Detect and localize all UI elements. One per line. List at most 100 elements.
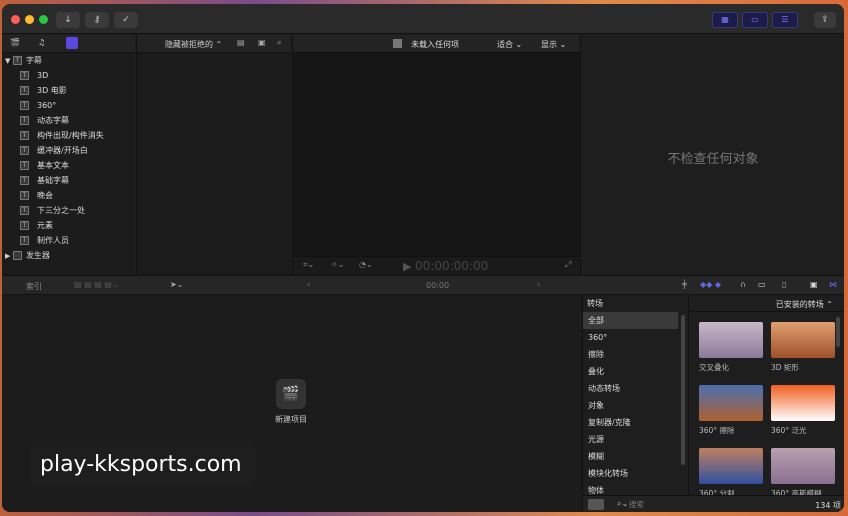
download-icon: ↓	[64, 15, 72, 25]
display-dropdown[interactable]: 显示 ⌄	[541, 39, 566, 50]
clip-appearance-icon[interactable]: ▤	[237, 38, 245, 47]
title-icon: T	[20, 161, 29, 170]
back-icon[interactable]: ‹	[307, 280, 310, 289]
libraries-icon[interactable]: 🎬	[10, 38, 20, 47]
category-item[interactable]: 光源	[583, 431, 688, 448]
fullscreen-icon[interactable]: ⤢	[565, 260, 571, 270]
search-icon[interactable]: ⌕	[277, 38, 281, 48]
transition-thumbnail[interactable]	[699, 322, 763, 358]
installed-label: 已安装的转场	[775, 300, 824, 309]
speed-icon[interactable]: ◔⌄	[359, 260, 373, 269]
transition-thumbnail[interactable]	[771, 448, 835, 484]
library-item-label: 制作人员	[37, 236, 69, 245]
background-tasks-button[interactable]: ✓	[114, 12, 138, 28]
title-icon: T	[20, 71, 29, 80]
library-item[interactable]: T 基础字幕	[2, 173, 135, 188]
clip-appearance-icon[interactable]: ▯	[782, 280, 786, 289]
headphones-icon[interactable]: ∩	[740, 280, 746, 289]
group-label: 发生器	[25, 251, 50, 260]
library-item[interactable]: T 3D 电影	[2, 83, 135, 98]
title-icon: T	[20, 116, 29, 125]
library-item[interactable]: T 动态字幕	[2, 113, 135, 128]
library-item[interactable]: T 基本文本	[2, 158, 135, 173]
transform-icon[interactable]: ⌗⌄	[303, 260, 314, 270]
library-item[interactable]: T 元素	[2, 218, 135, 233]
transition-categories: 转场 全部 360° 擦除 叠化 动态转场 对象 复制器/克隆 光源 模糊 模块化转场 物体	[583, 295, 689, 495]
show-browser-button[interactable]: ▦	[712, 12, 738, 28]
library-item-label: 元素	[37, 221, 53, 230]
app-window: ↓ ⚷ ✓ ▦ ▭ ☰ ⇪ 🎬 ♫ ▼ T 字幕 T 3D T 3D 电影 T 360° T 动…	[2, 4, 844, 512]
inspector-empty-message: 不检查任何对象	[667, 152, 759, 167]
enhance-icon[interactable]: ✧⌄	[331, 260, 344, 269]
share-button[interactable]: ⇪	[814, 12, 836, 28]
installed-dropdown[interactable]: 已安装的转场 ⌃	[776, 299, 833, 310]
transition-label: 360° 擦除	[699, 426, 735, 435]
transitions-header: 已安装的转场 ⌃	[689, 295, 844, 312]
photos-audio-icon[interactable]: ♫	[38, 38, 45, 47]
play-button[interactable]: ▶	[403, 260, 411, 273]
library-item[interactable]: T 制作人员	[2, 233, 135, 248]
zoom-button[interactable]	[39, 15, 48, 24]
category-item[interactable]: 全部	[583, 312, 678, 329]
category-item[interactable]: 360°	[583, 329, 688, 346]
library-item-label: 3D 电影	[37, 86, 67, 95]
category-item[interactable]: 复制器/克隆	[583, 414, 688, 431]
audio-skimming-icon[interactable]: ◆◆ ◆	[700, 280, 721, 289]
library-item[interactable]: T 缓冲器/开场白	[2, 143, 135, 158]
transitions-browser-icon[interactable]: ▣	[810, 280, 818, 289]
transition-label: 3D 矩形	[771, 363, 799, 372]
title-icon: T	[12, 56, 22, 65]
category-label: 模糊	[588, 452, 604, 461]
library-item[interactable]: T 下三分之一处	[2, 203, 135, 218]
viewer-toolbar: 未载入任何项 适合 ⌄ 显示 ⌄	[293, 35, 580, 53]
keywords-button[interactable]: ⚷	[85, 12, 109, 28]
library-item-label: 晚会	[37, 191, 53, 200]
category-item[interactable]: 擦除	[583, 346, 688, 363]
category-item[interactable]: 模块化转场	[583, 465, 688, 482]
category-item[interactable]: 模糊	[583, 448, 688, 465]
close-button[interactable]	[11, 15, 20, 24]
search-icon: ⌕⌄	[617, 499, 629, 508]
fit-dropdown[interactable]: 适合 ⌄	[497, 39, 522, 50]
transitions-search-input[interactable]	[629, 498, 729, 511]
show-timeline-button[interactable]: ▭	[742, 12, 768, 28]
category-label: 360°	[588, 333, 608, 342]
check-icon: ✓	[122, 15, 130, 25]
generators-group[interactable]: ▶ 发生器	[2, 248, 135, 263]
edit-buttons[interactable]: ▤ ▤ ▤ ▤⌄	[74, 280, 119, 289]
library-item[interactable]: T 构件出现/构件消失	[2, 128, 135, 143]
title-bar: ↓ ⚷ ✓ ▦ ▭ ☰ ⇪	[2, 4, 844, 34]
viewer-icon	[393, 39, 402, 48]
library-item[interactable]: T 晚会	[2, 188, 135, 203]
effects-browser-icon[interactable]: ▭	[758, 280, 766, 289]
sidebar-toggle-button[interactable]	[588, 499, 604, 510]
transition-thumbnail[interactable]	[699, 448, 763, 484]
index-button[interactable]: 索引	[26, 281, 42, 292]
category-item[interactable]: 动态转场	[583, 380, 688, 397]
category-item[interactable]: 对象	[583, 397, 688, 414]
library-item[interactable]: T 3D	[2, 68, 135, 83]
categories-scrollbar[interactable]	[681, 315, 685, 465]
thumbnails-scrollbar[interactable]	[836, 317, 840, 347]
category-item[interactable]: 叠化	[583, 363, 688, 380]
titles-generators-icon[interactable]	[66, 37, 78, 49]
forward-icon[interactable]: ›	[537, 280, 540, 289]
fit-label: 适合	[497, 40, 513, 49]
category-label: 全部	[588, 316, 604, 325]
titles-group[interactable]: ▼ T 字幕	[2, 53, 135, 68]
import-button[interactable]: ↓	[56, 12, 80, 28]
title-icon: T	[20, 221, 29, 230]
select-tool-icon[interactable]: ➤⌄	[170, 280, 183, 289]
show-inspector-button[interactable]: ☰	[772, 12, 798, 28]
filter-dropdown[interactable]: 隐藏被拒绝的 ⌃	[165, 39, 222, 50]
filmstrip-icon[interactable]: ▣	[258, 38, 266, 47]
title-icon: T	[20, 236, 29, 245]
transition-thumbnail[interactable]	[699, 385, 763, 421]
minimize-button[interactable]	[25, 15, 34, 24]
transition-thumbnail[interactable]	[771, 322, 835, 358]
transition-thumbnail[interactable]	[771, 385, 835, 421]
new-project-button[interactable]: 🎬	[276, 379, 306, 409]
skimming-icon[interactable]: ╪	[682, 280, 687, 289]
bowtie-icon[interactable]: ⋈	[829, 280, 837, 289]
library-item[interactable]: T 360°	[2, 98, 135, 113]
